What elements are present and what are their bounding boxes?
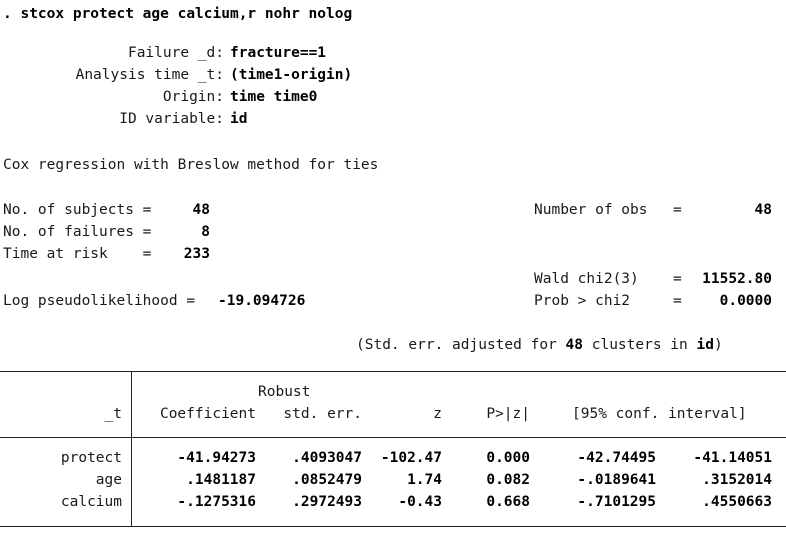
nobs-label: Number of obs [534,202,648,218]
id-variable-value: id [230,111,248,127]
command-line: . stcox protect age calcium,r nohr nolog [3,6,353,22]
table-top-rule [0,371,786,372]
row-variable: calcium [60,494,122,510]
wald-chi2-value: 11552.80 [702,271,772,287]
header-variable: _t [104,406,122,422]
row-p-value: 0.000 [486,450,530,466]
row-ci-lower: -.0189641 [577,472,656,488]
cluster-note-prefix: (Std. err. adjusted for [356,337,557,353]
subjects-label: No. of subjects = [3,202,152,218]
time-at-risk-value: 233 [183,246,210,262]
failures-label: No. of failures = [3,224,152,240]
row-p-value: 0.668 [486,494,530,510]
cluster-note-suffix: ) [713,337,723,353]
row-ci-upper: .4550663 [702,494,772,510]
method-line: Cox regression with Breslow method for t… [3,157,379,173]
cluster-note: (Std. err. adjusted for 48 clusters in i… [356,336,723,354]
header-z: z [433,406,442,422]
row-z: 1.74 [407,472,442,488]
row-ci-upper: .3152014 [702,472,772,488]
header-coefficient: Coefficient [159,406,256,422]
row-z: -0.43 [398,494,442,510]
row-ci-upper: -41.14051 [693,450,772,466]
wald-chi2-label: Wald chi2(3) [534,271,639,287]
prob-chi2-label: Prob > chi2 [534,293,631,309]
header-p-value: P>|z| [486,406,530,422]
time-at-risk-label: Time at risk = [3,246,152,262]
table-column-divider [131,371,132,526]
origin-label: Origin: [162,89,224,105]
analysis-time-label: Analysis time _t: [75,67,224,83]
row-std-err: .2972493 [292,494,362,510]
row-z: -102.47 [380,450,442,466]
row-std-err: .0852479 [292,472,362,488]
nobs-equals: = [673,202,682,218]
row-coefficient: -.1275316 [177,494,256,510]
log-pseudolikelihood-label: Log pseudolikelihood = [3,293,196,309]
table-bottom-rule [0,526,786,527]
row-coefficient: -41.94273 [177,450,256,466]
cluster-count: 48 [565,337,583,353]
failure-value: fracture==1 [230,45,327,61]
log-pseudolikelihood-value: -19.094726 [218,293,306,309]
nobs-value: 48 [754,202,772,218]
row-variable: protect [60,450,122,466]
header-conf-interval: [95% conf. interval] [572,406,747,422]
header-robust: Robust [258,384,311,400]
wald-chi2-equals: = [673,271,682,287]
id-variable-label: ID variable: [119,111,224,127]
row-ci-lower: -.7101295 [577,494,656,510]
cluster-note-middle: clusters in [591,337,688,353]
subjects-value: 48 [192,202,210,218]
cluster-variable: id [696,337,714,353]
header-std-err: std. err. [283,406,362,422]
row-ci-lower: -42.74495 [577,450,656,466]
row-variable: age [95,472,122,488]
row-p-value: 0.082 [486,472,530,488]
analysis-time-value: (time1-origin) [230,67,353,83]
row-std-err: .4093047 [292,450,362,466]
origin-value: time time0 [230,89,318,105]
prob-chi2-value: 0.0000 [719,293,772,309]
row-coefficient: .1481187 [186,472,256,488]
failures-value: 8 [201,224,210,240]
table-header-rule [0,437,786,438]
prob-chi2-equals: = [673,293,682,309]
failure-label: Failure _d: [127,45,224,61]
